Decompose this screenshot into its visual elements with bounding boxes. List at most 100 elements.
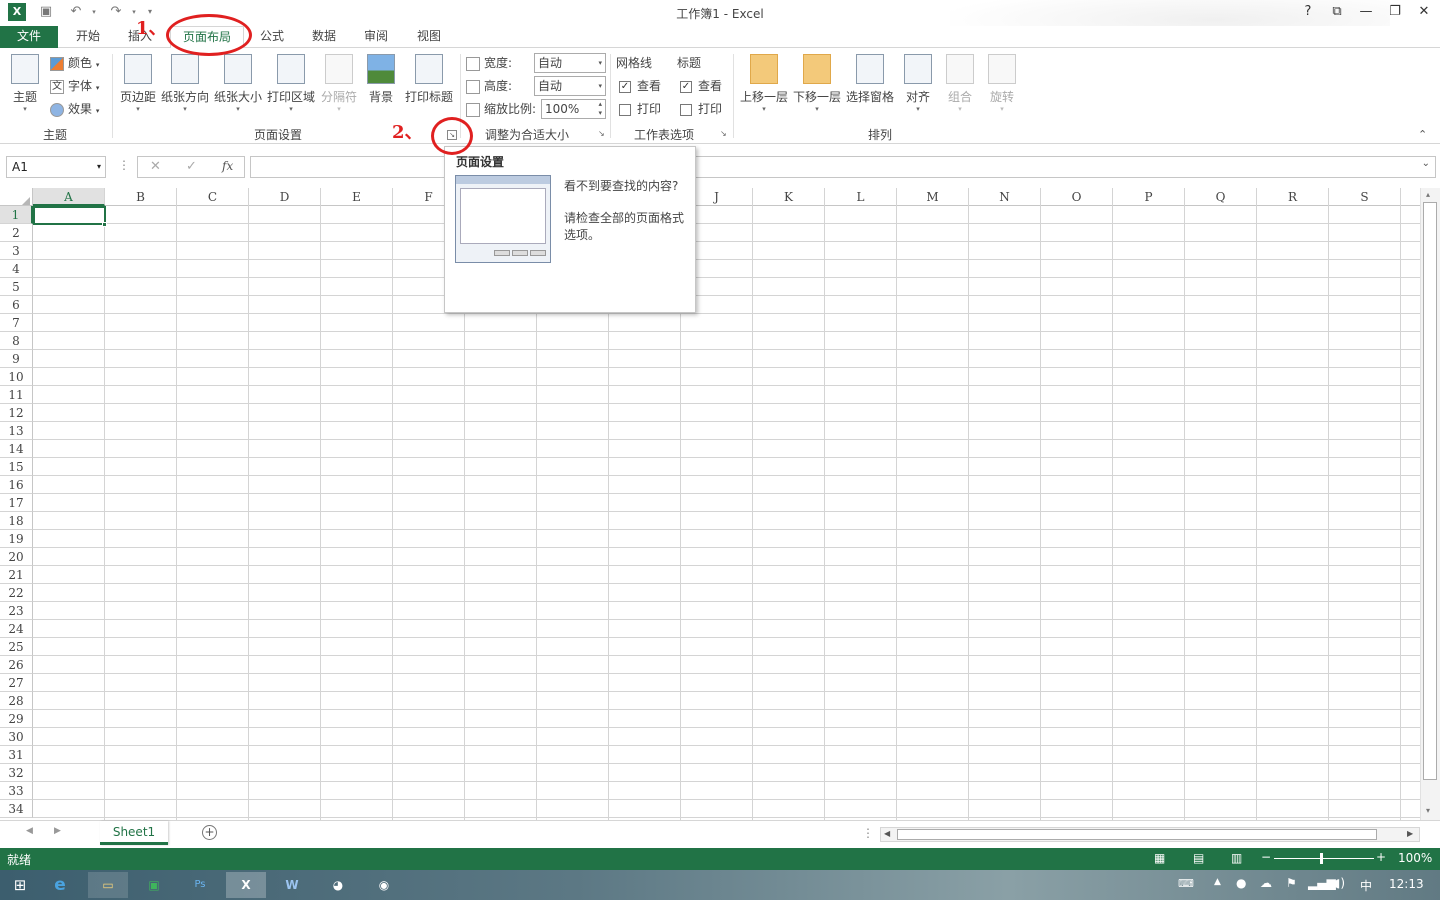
column-header[interactable]: S <box>1329 188 1401 206</box>
photoshop-icon[interactable]: Ps <box>180 872 220 898</box>
scale-spinner[interactable]: 100% ▴ ▾ <box>541 99 606 119</box>
row-header[interactable]: 34 <box>0 800 33 818</box>
help-button[interactable]: ? <box>1295 2 1321 22</box>
worksheet-grid[interactable]: ABCDEFGHIJKLMNOPQRS 12345678910111213141… <box>0 188 1420 820</box>
keyboard-icon[interactable]: ⌨ <box>1178 877 1194 890</box>
row-header[interactable]: 21 <box>0 566 33 584</box>
column-header[interactable]: A <box>33 188 105 206</box>
send-backward-button[interactable]: 下移一层 ▾ <box>792 54 842 120</box>
height-select[interactable]: 自动 ▾ <box>534 76 606 96</box>
row-header[interactable]: 26 <box>0 656 33 674</box>
volume-icon[interactable]: ◖) <box>1334 876 1345 890</box>
start-icon[interactable]: ⊞ <box>0 872 40 898</box>
column-header[interactable]: O <box>1041 188 1113 206</box>
row-header[interactable]: 10 <box>0 368 33 386</box>
row-header[interactable]: 29 <box>0 710 33 728</box>
tab-formulas[interactable]: 公式 <box>250 26 294 48</box>
fill-handle[interactable] <box>102 222 107 227</box>
ime-indicator[interactable]: 中 <box>1360 877 1372 894</box>
tab-home[interactable]: 开始 <box>66 26 110 48</box>
cells-area[interactable] <box>33 206 1420 820</box>
fonts-button[interactable]: 文字体 ▾ <box>50 76 99 96</box>
column-header[interactable]: R <box>1257 188 1329 206</box>
print-area-button[interactable]: 打印区域 ▾ <box>266 54 316 120</box>
zoom-level[interactable]: 100% <box>1398 851 1432 865</box>
row-header[interactable]: 22 <box>0 584 33 602</box>
row-header[interactable]: 1 <box>0 206 33 224</box>
scroll-up-icon[interactable]: ▴ <box>1426 190 1430 199</box>
row-header[interactable]: 31 <box>0 746 33 764</box>
spinner-icon[interactable]: ▴ ▾ <box>598 100 602 118</box>
headings-view-checkbox[interactable]: ✓ 查看 <box>680 76 722 96</box>
cancel-icon[interactable]: ✕ <box>150 159 161 174</box>
row-header[interactable]: 2 <box>0 224 33 242</box>
word-icon[interactable]: W <box>272 872 312 898</box>
enter-icon[interactable]: ✓ <box>186 159 197 174</box>
row-header[interactable]: 12 <box>0 404 33 422</box>
row-header[interactable]: 4 <box>0 260 33 278</box>
row-header[interactable]: 25 <box>0 638 33 656</box>
h-scroll-thumb[interactable] <box>897 829 1377 840</box>
row-header[interactable]: 16 <box>0 476 33 494</box>
zoom-out-icon[interactable]: − <box>1261 850 1271 864</box>
background-button[interactable]: 背景 <box>362 54 400 120</box>
next-sheet-icon[interactable]: ▶ <box>54 826 61 836</box>
scroll-thumb[interactable] <box>1423 202 1437 780</box>
column-header[interactable]: D <box>249 188 321 206</box>
row-header[interactable]: 28 <box>0 692 33 710</box>
column-header[interactable]: B <box>105 188 177 206</box>
themes-button[interactable]: 主题 ▾ <box>6 54 44 120</box>
tab-review[interactable]: 审阅 <box>354 26 398 48</box>
ribbon-display-button[interactable]: ⧉ <box>1324 2 1350 22</box>
row-header[interactable]: 18 <box>0 512 33 530</box>
row-header[interactable]: 15 <box>0 458 33 476</box>
close-button[interactable]: ✕ <box>1411 2 1437 22</box>
row-header[interactable]: 8 <box>0 332 33 350</box>
zoom-in-icon[interactable]: + <box>1376 850 1386 864</box>
selection-pane-button[interactable]: 选择窗格 <box>845 54 895 120</box>
sheet-options-dialog-launcher-icon[interactable]: ↘ <box>720 130 730 140</box>
gridlines-print-checkbox[interactable]: 打印 <box>619 99 661 119</box>
column-header[interactable]: K <box>753 188 825 206</box>
qq-icon[interactable]: ● <box>1236 876 1246 890</box>
bring-forward-button[interactable]: 上移一层 ▾ <box>739 54 789 120</box>
collapse-ribbon-icon[interactable]: ⌃ <box>1418 128 1427 141</box>
network-icon[interactable]: ▂▄▆ <box>1308 876 1336 890</box>
column-header[interactable]: Q <box>1185 188 1257 206</box>
row-header[interactable]: 19 <box>0 530 33 548</box>
expand-formula-icon[interactable]: ⌄ <box>1422 158 1430 169</box>
row-header[interactable]: 33 <box>0 782 33 800</box>
print-titles-button[interactable]: 打印标题 <box>403 54 455 120</box>
size-button[interactable]: 纸张大小 ▾ <box>213 54 263 120</box>
green-app-icon[interactable]: ▣ <box>134 872 174 898</box>
horizontal-scrollbar[interactable]: ◀ ▶ <box>880 827 1420 842</box>
tab-data[interactable]: 数据 <box>302 26 346 48</box>
colors-button[interactable]: 颜色 ▾ <box>50 53 99 73</box>
row-header[interactable]: 17 <box>0 494 33 512</box>
scroll-right-icon[interactable]: ▶ <box>1407 829 1413 838</box>
row-header[interactable]: 20 <box>0 548 33 566</box>
sheet-tab-sheet1[interactable]: Sheet1 <box>100 821 168 845</box>
row-header[interactable]: 13 <box>0 422 33 440</box>
app-icon[interactable]: ◉ <box>364 872 404 898</box>
tray-expand-icon[interactable]: ▲ <box>1214 877 1221 887</box>
select-all-corner[interactable] <box>0 188 33 206</box>
headings-print-checkbox[interactable]: 打印 <box>680 99 722 119</box>
column-header[interactable]: C <box>177 188 249 206</box>
tab-view[interactable]: 视图 <box>407 26 451 48</box>
excel-taskbar-icon[interactable]: X <box>226 872 266 898</box>
width-select[interactable]: 自动 ▾ <box>534 53 606 73</box>
scale-dialog-launcher-icon[interactable]: ↘ <box>598 130 608 140</box>
scroll-left-icon[interactable]: ◀ <box>884 829 890 838</box>
scroll-down-icon[interactable]: ▾ <box>1426 806 1430 815</box>
row-header[interactable]: 6 <box>0 296 33 314</box>
prev-sheet-icon[interactable]: ◀ <box>26 826 33 836</box>
margins-button[interactable]: 页边距 ▾ <box>118 54 158 120</box>
insert-function-icon[interactable]: fx <box>222 159 233 173</box>
column-header[interactable]: P <box>1113 188 1185 206</box>
cloud-icon[interactable]: ☁ <box>1260 876 1272 890</box>
column-header[interactable]: L <box>825 188 897 206</box>
clock[interactable]: 12:13 <box>1389 877 1424 891</box>
column-header[interactable]: M <box>897 188 969 206</box>
active-cell[interactable] <box>33 206 106 225</box>
